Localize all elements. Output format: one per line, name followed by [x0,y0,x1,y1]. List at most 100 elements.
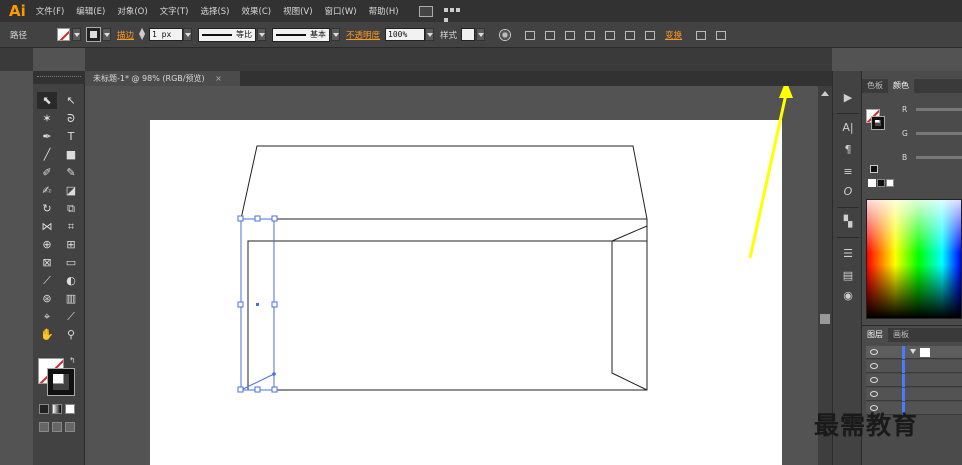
blend-tool-icon[interactable]: ◐ [61,272,81,289]
layer-row[interactable] [866,388,962,401]
visibility-eye-icon[interactable] [870,377,878,383]
color-mode-icon[interactable] [39,404,49,414]
stroke-panel-icon[interactable]: ☰ [840,247,856,261]
tools-panel-grip[interactable] [33,71,85,84]
none-color-icon[interactable] [868,179,876,187]
tab-swatches[interactable]: 色板 [862,79,888,93]
paintbrush-tool-icon[interactable]: ✐ [37,164,57,181]
draw-inside-icon[interactable] [65,422,75,432]
canvas-area[interactable] [85,86,818,465]
tab-layers[interactable]: 图层 [862,328,888,342]
stroke-weight-dropdown[interactable] [183,28,193,41]
draw-behind-icon[interactable] [52,422,62,432]
transform-panel-link[interactable]: 变换 [665,29,682,41]
free-transform-tool-icon[interactable]: ⌗ [61,218,81,235]
opacity-dropdown[interactable] [425,28,435,41]
channel-r-slider[interactable] [916,108,962,111]
opentype-panel-icon[interactable]: O [840,185,856,199]
symbol-sprayer-tool-icon[interactable]: ⊛ [37,290,57,307]
layer-row[interactable] [866,374,962,387]
menu-effect[interactable]: 效果(C) [242,5,272,17]
zoom-tool-icon[interactable]: ⚲ [61,326,81,343]
recolor-artwork-icon[interactable] [499,28,512,41]
align-panel-icon[interactable]: ≡ [840,165,856,179]
expand-layer-icon[interactable] [910,349,916,354]
color-panel-stroke-swatch[interactable] [871,116,885,130]
swap-fill-stroke-icon[interactable]: ↰ [69,356,76,365]
width-tool-icon[interactable]: ⋈ [37,218,57,235]
envelope-body-path[interactable] [240,218,648,391]
fill-swatch[interactable] [57,28,71,41]
visibility-eye-icon[interactable] [870,349,878,355]
tab-color[interactable]: 颜色 [888,79,914,93]
black-color-icon[interactable] [877,179,885,187]
none-mode-icon[interactable] [65,404,75,414]
stroke-dropdown[interactable] [102,28,112,41]
paragraph-panel-icon[interactable]: ¶ [840,143,856,157]
gradient-panel-icon[interactable]: ▤ [840,269,856,283]
graphic-style-dropdown[interactable] [476,28,486,41]
brush-definition-dropdown[interactable] [331,28,341,41]
scrollbar-thumb[interactable] [820,314,830,324]
envelope-flap-path[interactable] [240,145,648,220]
expand-panels-icon[interactable]: ▶ [840,91,856,105]
bridge-icon[interactable] [418,5,433,17]
align-right-icon[interactable] [584,29,596,40]
eyedropper-tool-icon[interactable]: ⟋ [37,272,57,289]
lasso-tool-icon[interactable]: ᘐ [61,110,81,127]
perspective-grid-tool-icon[interactable]: ⊞ [61,236,81,253]
graphic-style-swatch[interactable] [461,28,476,41]
channel-g-slider[interactable] [916,132,962,135]
direct-selection-tool-icon[interactable]: ↖ [61,92,81,109]
stroke-swatch[interactable] [86,27,102,42]
hand-tool-icon[interactable]: ✋ [37,326,57,343]
align-top-icon[interactable] [604,29,616,40]
magic-wand-tool-icon[interactable]: ✶ [37,110,57,127]
isolate-icon[interactable] [695,29,707,40]
fill-dropdown[interactable] [72,28,82,41]
stroke-panel-link[interactable]: 描边 [117,29,134,41]
visibility-eye-icon[interactable] [870,363,878,369]
variable-width-profile[interactable]: 等比 [198,27,257,42]
slice-tool-icon[interactable]: ⟋ [61,308,81,325]
character-panel-icon[interactable]: A| [840,121,856,135]
align-left-icon[interactable] [544,29,556,40]
line-segment-tool-icon[interactable]: ╱ [37,146,57,163]
white-color-icon[interactable] [886,179,894,187]
arrange-documents-icon[interactable] [443,6,463,22]
menu-window[interactable]: 窗口(W) [325,5,357,17]
anchor-point[interactable] [272,372,276,376]
blob-brush-tool-icon[interactable]: ✍ [37,182,57,199]
visibility-eye-icon[interactable] [870,391,878,397]
draw-normal-icon[interactable] [39,422,49,432]
scale-tool-icon[interactable]: ⧉ [61,200,81,217]
artboard-tool-icon[interactable]: ⌖ [37,308,57,325]
close-icon[interactable]: × [215,74,222,83]
document-tab[interactable]: 未标题-1* @ 98% (RGB/预览) × [85,71,240,86]
eraser-tool-icon[interactable]: ◪ [61,182,81,199]
rectangle-tool-icon[interactable]: ■ [61,146,81,163]
menu-file[interactable]: 文件(F) [36,5,65,17]
stroke-color-icon[interactable] [47,368,75,396]
scroll-up-icon[interactable] [821,91,829,96]
menu-select[interactable]: 选择(S) [200,5,229,17]
shape-builder-tool-icon[interactable]: ⊕ [37,236,57,253]
menu-object[interactable]: 对象(O) [117,5,147,17]
stroke-weight-spinner[interactable]: ▲ ▼ [139,27,147,41]
tab-artboards[interactable]: 画板 [888,328,914,342]
layer-row[interactable] [866,360,962,373]
mesh-tool-icon[interactable]: ⊠ [37,254,57,271]
transparency-panel-icon[interactable]: ◉ [840,289,856,303]
menu-help[interactable]: 帮助(H) [369,5,399,17]
column-graph-tool-icon[interactable]: ▥ [61,290,81,307]
menu-view[interactable]: 视图(V) [283,5,312,17]
align-bottom-icon[interactable] [644,29,656,40]
last-color-icon[interactable] [870,165,878,173]
gradient-tool-icon[interactable]: ▭ [61,254,81,271]
transform-panel-icon[interactable]: ▚ [840,215,856,229]
control-bar-menu-icon[interactable] [715,29,727,40]
stroke-weight-input[interactable]: 1 px [149,28,184,41]
align-middle-icon[interactable] [624,29,636,40]
envelope-right-panel-path[interactable] [611,225,648,391]
opacity-panel-link[interactable]: 不透明度 [346,29,380,41]
